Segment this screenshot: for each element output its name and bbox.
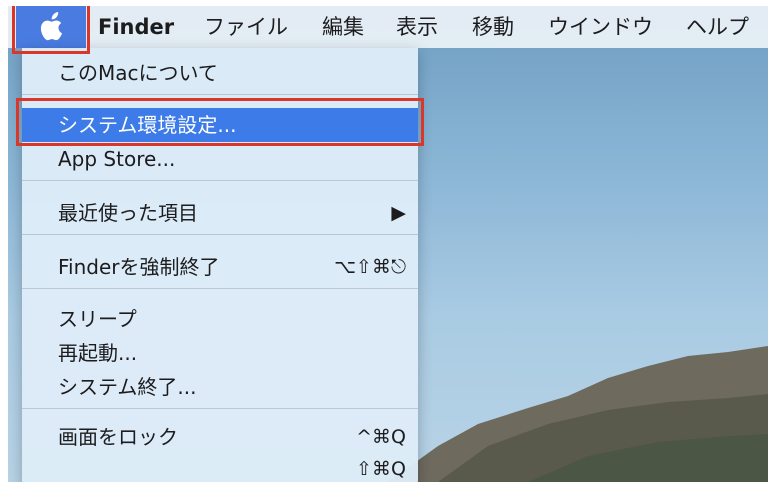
menubar-item-help[interactable]: ヘルプ <box>686 6 749 48</box>
menu-item-label: 再起動... <box>58 341 138 365</box>
desktop-wallpaper: Finder ファイル 編集 表示 移動 ウインドウ ヘルプ このMacについて… <box>8 6 768 482</box>
menu-bar: Finder ファイル 編集 表示 移動 ウインドウ ヘルプ <box>8 6 768 48</box>
annotation-box-system-preferences <box>16 98 424 146</box>
menu-item-label: このMacについて <box>58 61 218 85</box>
annotation-box-apple-menu <box>12 6 90 54</box>
menubar-item-edit[interactable]: 編集 <box>322 6 364 48</box>
menubar-item-go[interactable]: 移動 <box>472 6 514 48</box>
menu-item-lock-screen[interactable]: 画面をロック ^⌘Q <box>22 420 418 454</box>
menu-item-label: App Store... <box>58 147 176 171</box>
menu-item-force-quit-finder[interactable]: Finderを強制終了 ⌥⇧⌘⎋ <box>22 250 418 284</box>
menu-item-recent-items[interactable]: 最近使った項目 ▶ <box>22 196 418 230</box>
menu-item-label: 最近使った項目 <box>58 201 198 225</box>
menubar-item-window[interactable]: ウインドウ <box>548 6 653 48</box>
menu-item-shut-down[interactable]: システム終了... <box>22 370 418 404</box>
menu-item-shortcut: ⇧⌘Q <box>356 458 406 480</box>
menubar-item-view[interactable]: 表示 <box>396 6 438 48</box>
menu-item-label: スリープ <box>58 307 137 331</box>
menu-item-restart[interactable]: 再起動... <box>22 336 418 370</box>
menu-separator <box>22 288 418 289</box>
menu-item-label: Finderを強制終了 <box>58 255 220 279</box>
submenu-arrow-icon: ▶ <box>391 202 406 224</box>
menu-item-label: システム終了... <box>58 375 197 399</box>
menubar-item-finder[interactable]: Finder <box>98 6 174 48</box>
menu-separator <box>22 94 418 95</box>
menu-item-log-out[interactable]: ⇧⌘Q <box>22 452 418 482</box>
menu-separator <box>22 234 418 235</box>
menubar-item-file[interactable]: ファイル <box>204 6 288 48</box>
menu-item-shortcut: ⌥⇧⌘⎋ <box>334 256 406 278</box>
menu-separator <box>22 180 418 181</box>
menu-item-sleep[interactable]: スリープ <box>22 302 418 336</box>
menu-separator <box>22 408 418 409</box>
menu-item-label: 画面をロック <box>58 425 178 449</box>
menu-item-about-this-mac[interactable]: このMacについて <box>22 56 418 90</box>
menu-item-app-store[interactable]: App Store... <box>22 142 418 176</box>
menu-item-shortcut: ^⌘Q <box>356 426 406 448</box>
